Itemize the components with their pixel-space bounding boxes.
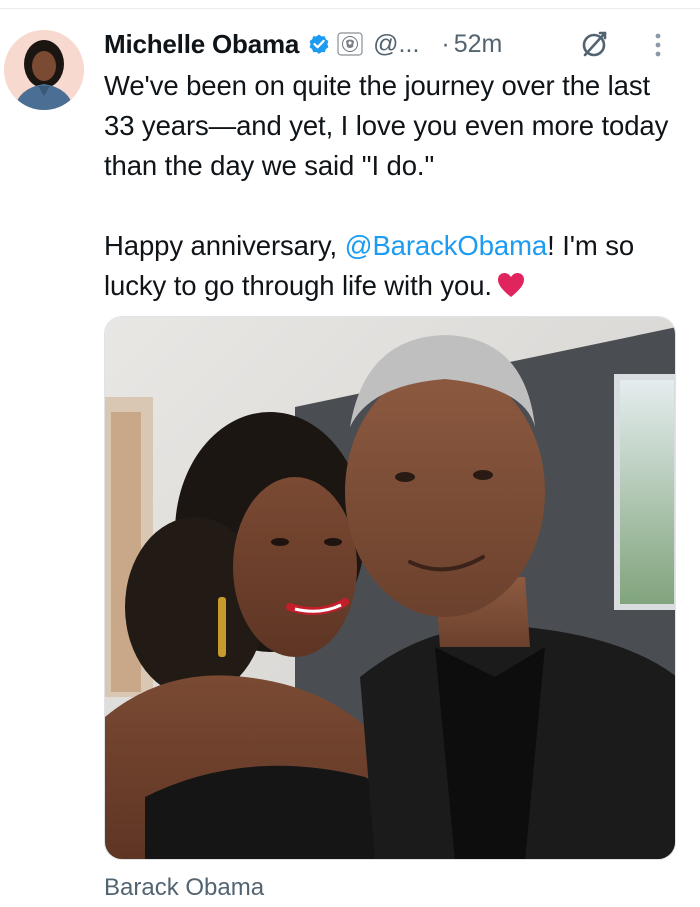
photo-image [105,317,675,859]
avatar-image [4,30,84,110]
tweet-text-segment: Happy anniversary, [104,230,345,261]
tweet[interactable]: Michelle Obama @... · 52m We've been on … [0,0,700,907]
tweet-photo[interactable] [104,316,676,860]
tagged-user[interactable]: Barack Obama [104,874,264,902]
avatar[interactable] [4,30,84,110]
tweet-paragraph-1: We've been on quite the journey over the… [104,70,669,181]
tweet-text: We've been on quite the journey over the… [104,66,684,306]
verified-badge-icon [307,32,331,56]
author-handle[interactable]: @... [373,30,419,59]
author-display-name[interactable]: Michelle Obama [104,29,299,60]
grok-icon[interactable] [578,28,610,60]
mention-link[interactable]: @BarackObama [345,230,548,261]
tweet-timestamp[interactable]: 52m [454,30,503,59]
heart-icon [496,270,526,298]
header-separator: · [441,29,450,58]
more-options-icon[interactable] [648,30,668,60]
affiliation-seal-icon[interactable] [337,32,363,56]
tweet-paragraph-2: Happy anniversary, @BarackObama! I'm so … [104,226,684,306]
